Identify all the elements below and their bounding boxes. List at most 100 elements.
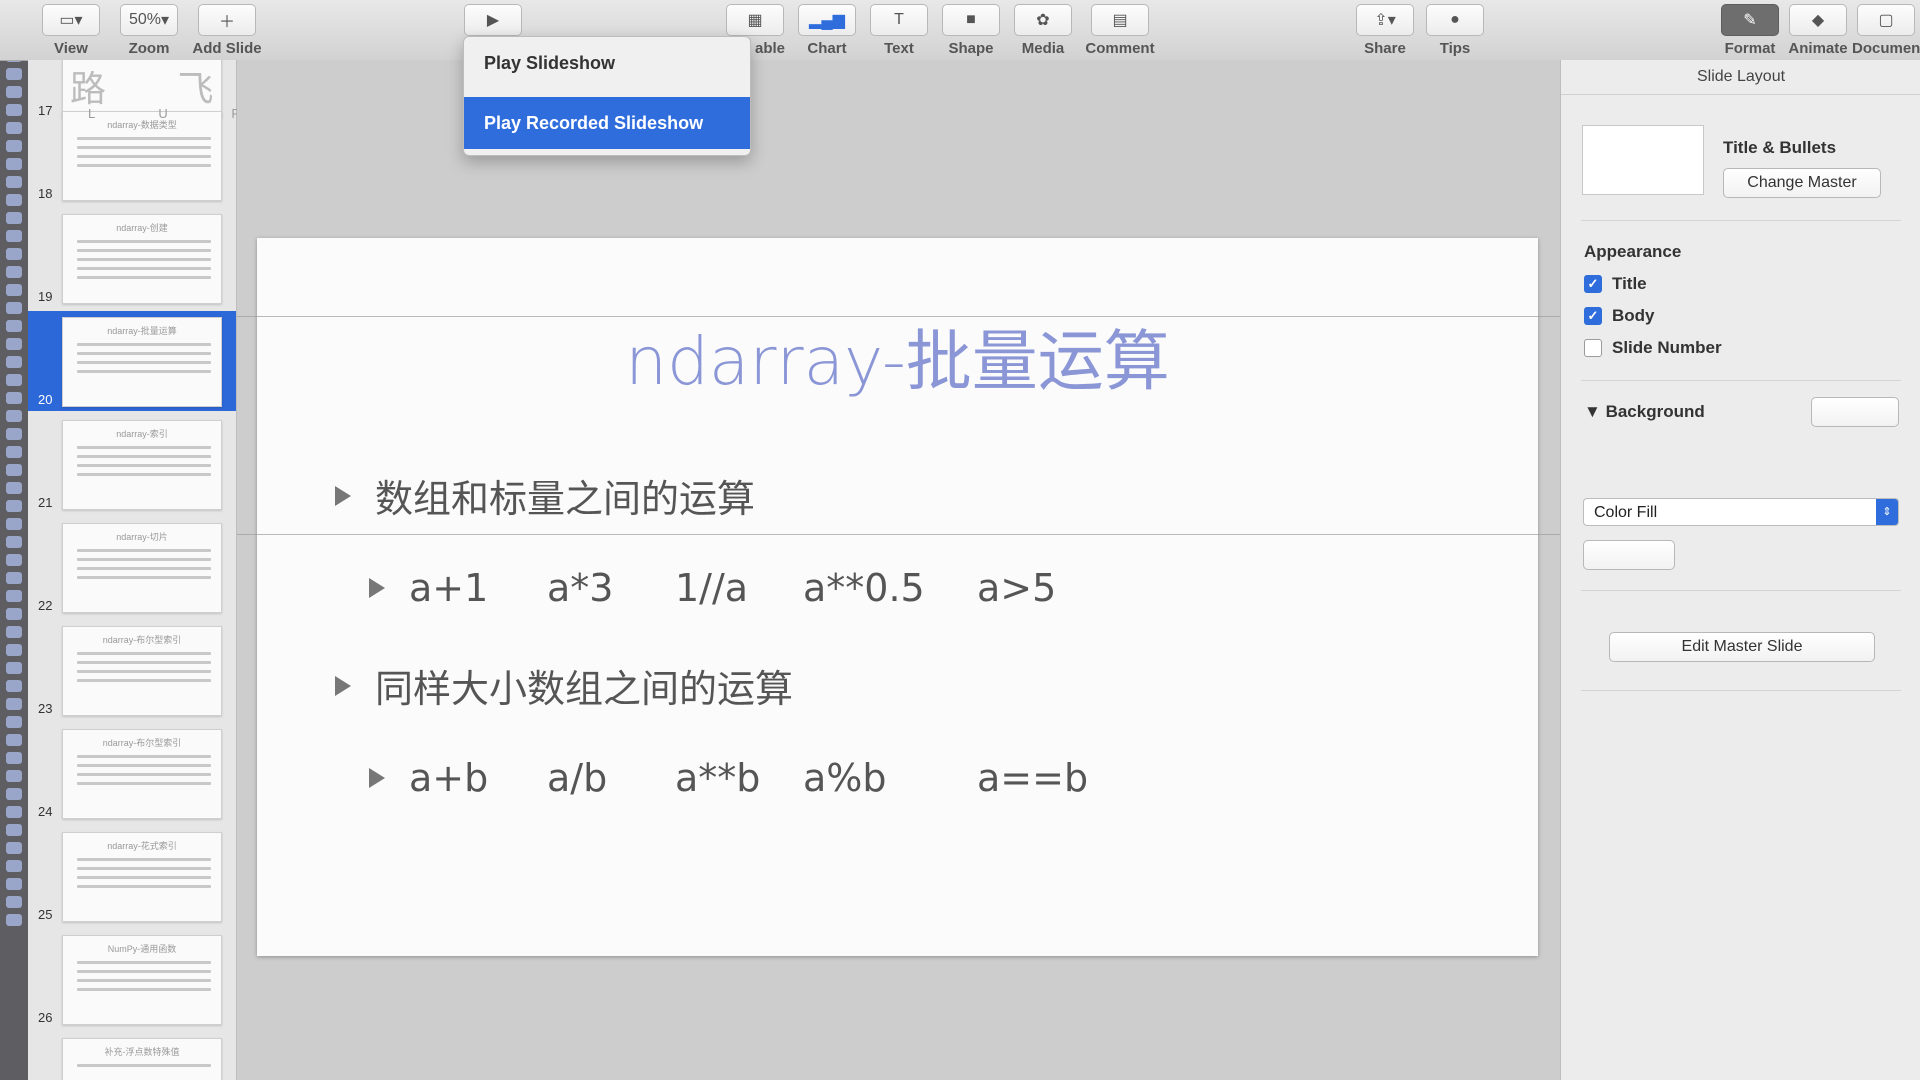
dock-app-icon[interactable] [6, 500, 22, 512]
slide-title[interactable]: ndarray-批量运算 [257, 308, 1538, 404]
dock-app-icon[interactable] [6, 842, 22, 854]
edit-master-slide-button[interactable]: Edit Master Slide [1609, 632, 1875, 662]
dock-app-icon[interactable] [6, 410, 22, 422]
dock-app-icon[interactable] [6, 590, 22, 602]
thumbnail-row[interactable]: ndarray-索引 21 [28, 414, 236, 514]
dock-app-icon[interactable] [6, 122, 22, 134]
dock-app-icon[interactable] [6, 230, 22, 242]
dock-app-icon[interactable] [6, 626, 22, 638]
body-checkbox-row[interactable]: ✓ Body [1584, 306, 1655, 326]
dock-app-icon[interactable] [6, 662, 22, 674]
dock-app-icon[interactable] [6, 302, 22, 314]
dock-app-icon[interactable] [6, 158, 22, 170]
dock-app-icon[interactable] [6, 464, 22, 476]
tab-format[interactable]: ✎ Format [1716, 0, 1784, 60]
dock-app-icon[interactable] [6, 68, 22, 80]
dock-app-icon[interactable] [6, 554, 22, 566]
tab-document[interactable]: ▢ Document [1852, 0, 1920, 60]
dock-app-icon[interactable] [6, 734, 22, 746]
play-button[interactable]: ▶ [458, 4, 528, 36]
bullet-level2[interactable]: a+1 a*3 1//a a**0.5 a>5 [369, 566, 1056, 610]
tab-format-label: Format [1724, 40, 1776, 57]
current-slide[interactable]: ndarray-批量运算 数组和标量之间的运算 a+1 a*3 1//a a**… [257, 238, 1538, 956]
body-checkbox[interactable]: ✓ [1584, 307, 1602, 325]
thumb-title: ndarray-布尔型索引 [102, 738, 182, 748]
dock-app-icon[interactable] [6, 680, 22, 692]
share-button[interactable]: ⇪▾ Share [1350, 4, 1420, 57]
zoom-button[interactable]: 50% ▾ Zoom [114, 4, 184, 57]
add-slide-button[interactable]: ＋ Add Slide [192, 4, 262, 57]
share-icon: ⇪▾ [1356, 4, 1414, 36]
dock-app-icon[interactable] [6, 284, 22, 296]
dock-app-icon[interactable] [6, 86, 22, 98]
thumbnail-row[interactable]: ndarray-布尔型索引 23 [28, 620, 236, 720]
dock-app-icon[interactable] [6, 446, 22, 458]
master-thumbnail[interactable] [1582, 125, 1704, 195]
dock-app-icon[interactable] [6, 140, 22, 152]
fill-color-swatch[interactable] [1583, 540, 1675, 570]
slide-thumbnail: ndarray-批量运算 [62, 317, 222, 407]
slide-number-checkbox-row[interactable]: Slide Number [1584, 338, 1722, 358]
dock-app-icon[interactable] [6, 608, 22, 620]
dock-app-icon[interactable] [6, 338, 22, 350]
dock-app-icon[interactable] [6, 104, 22, 116]
dock-app-icon[interactable] [6, 176, 22, 188]
dock-app-icon[interactable] [6, 806, 22, 818]
dock-app-icon[interactable] [6, 914, 22, 926]
bullet-level2[interactable]: a+b a/b a**b a%b a==b [369, 756, 1088, 800]
bullet-level1[interactable]: 同样大小数组之间的运算 [335, 658, 793, 713]
dock-app-icon[interactable] [6, 824, 22, 836]
dock-app-icon[interactable] [6, 716, 22, 728]
dock-app-icon[interactable] [6, 248, 22, 260]
tab-animate[interactable]: ◆ Animate [1784, 0, 1852, 60]
paintbrush-icon: ✎ [1721, 4, 1779, 36]
dock-app-icon[interactable] [6, 482, 22, 494]
play-recorded-slideshow-item[interactable]: Play Recorded Slideshow [464, 97, 750, 149]
shape-icon: ■ [942, 4, 1000, 36]
dock-app-icon[interactable] [6, 194, 22, 206]
dock-app-icon[interactable] [6, 374, 22, 386]
chart-label: Chart [807, 40, 847, 57]
dock-app-icon[interactable] [6, 572, 22, 584]
view-button[interactable]: ▭▾ View [36, 4, 106, 57]
thumbnail-row[interactable]: ndarray-创建 19 [28, 208, 236, 308]
fill-type-select[interactable]: Color Fill ⇕ [1583, 498, 1899, 526]
title-checkbox-row[interactable]: ✓ Title [1584, 274, 1647, 294]
thumbnail-row[interactable]: ndarray-花式索引 25 [28, 826, 236, 926]
change-master-button[interactable]: Change Master [1723, 168, 1881, 198]
dock-app-icon[interactable] [6, 878, 22, 890]
title-checkbox[interactable]: ✓ [1584, 275, 1602, 293]
bullet-level1[interactable]: 数组和标量之间的运算 [335, 468, 755, 523]
dock-app-icon[interactable] [6, 698, 22, 710]
dock-app-icon[interactable] [6, 536, 22, 548]
media-button[interactable]: ✿ Media [1008, 4, 1078, 57]
shape-button[interactable]: ■ Shape [936, 4, 1006, 57]
dock-app-icon[interactable] [6, 356, 22, 368]
dock-app-icon[interactable] [6, 392, 22, 404]
comment-button[interactable]: ▤ Comment [1085, 4, 1155, 57]
text-button[interactable]: T Text [864, 4, 934, 57]
background-label[interactable]: ▼ Background [1584, 402, 1705, 422]
dock-app-icon[interactable] [6, 896, 22, 908]
background-color-well[interactable] [1811, 397, 1899, 427]
dock-app-icon[interactable] [6, 860, 22, 872]
dock-app-icon[interactable] [6, 212, 22, 224]
slide-number-checkbox[interactable] [1584, 339, 1602, 357]
chart-button[interactable]: ▂▄▆ Chart [792, 4, 862, 57]
dock-app-icon[interactable] [6, 644, 22, 656]
dock-app-icon[interactable] [6, 770, 22, 782]
thumbnail-row[interactable]: 补充-浮点数特殊值 [28, 1032, 236, 1080]
thumbnail-row[interactable]: ndarray-切片 22 [28, 517, 236, 617]
dock-app-icon[interactable] [6, 428, 22, 440]
dock-app-icon[interactable] [6, 320, 22, 332]
thumbnail-row[interactable]: NumPy-通用函数 26 [28, 929, 236, 1029]
dock-app-icon[interactable] [6, 788, 22, 800]
play-slideshow-item[interactable]: Play Slideshow [464, 37, 750, 89]
thumbnail-row[interactable]: ndarray-布尔型索引 24 [28, 723, 236, 823]
dock-app-icon[interactable] [6, 752, 22, 764]
dock-app-icon[interactable] [6, 518, 22, 530]
tips-button[interactable]: ● Tips [1420, 4, 1490, 57]
thumbnail-row-selected[interactable]: ndarray-批量运算 20 [28, 311, 236, 411]
dock-app-icon[interactable] [6, 266, 22, 278]
thumb-title: ndarray-创建 [116, 223, 168, 233]
